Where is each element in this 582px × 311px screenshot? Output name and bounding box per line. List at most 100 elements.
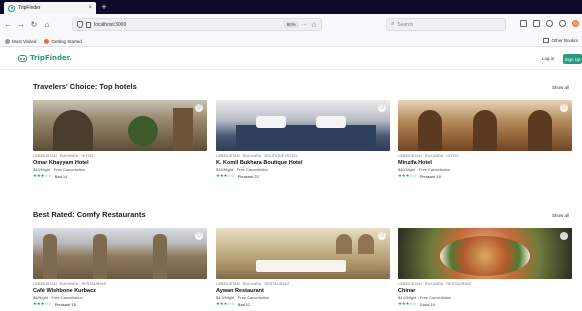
firefox-icon	[44, 38, 50, 44]
close-tab-icon[interactable]: ×	[88, 5, 92, 11]
search-icon: ⌕	[391, 21, 395, 27]
other-bookmarks[interactable]: Other Bookm	[543, 38, 578, 43]
card-title[interactable]: K. Komil Bukhara Boutique Hotel	[216, 160, 390, 166]
owl-logo-icon	[18, 54, 27, 62]
rating-reviews: Pleasant 22	[237, 173, 259, 179]
card-title[interactable]: Aywan Restaurant	[216, 288, 390, 294]
favorite-heart-icon[interactable]: ♡	[195, 232, 203, 240]
rating-stars-icon: ★★★☆☆	[398, 173, 417, 178]
card-title[interactable]: Chinar	[398, 288, 572, 294]
card-rating: ★★★☆☆ Pleasant 15	[33, 301, 207, 307]
card-price: $8/Night · Free Cancellation	[33, 295, 83, 300]
zoom-level[interactable]: 80%	[283, 21, 299, 28]
restaurant-image[interactable]: ♡	[33, 228, 207, 279]
logo-text: TripFinder.	[30, 54, 72, 62]
hotels-show-all-link[interactable]: Show all	[552, 85, 569, 90]
bookmark-getting-started[interactable]: Getting Started	[44, 38, 82, 44]
hotel-card[interactable]: ♡ UZBEKISTAN · BUKHARA · HOTEL Omar Khay…	[33, 100, 207, 179]
back-arrow-icon[interactable]: ←	[3, 20, 13, 30]
reload-icon[interactable]: ↻	[29, 20, 39, 30]
favorite-heart-icon[interactable]: ♡	[560, 232, 568, 240]
rating-reviews: Good 10	[419, 301, 436, 307]
favorite-heart-icon[interactable]: ♡	[195, 104, 203, 112]
favorite-heart-icon[interactable]: ♡	[378, 232, 386, 240]
rating-reviews: Bad 14	[54, 173, 68, 179]
search-placeholder: Search	[397, 21, 414, 28]
restaurants-show-all-link[interactable]: Show all	[552, 213, 569, 218]
bookmarks-bar: Most Visited Getting Started Other Bookm	[0, 36, 582, 47]
browser-nav-bar: ← → ↻ ⌂ localhost:3000 80% ··· ☆ ⌕ Searc…	[0, 14, 582, 36]
rating-stars-icon: ★★★☆☆	[33, 301, 52, 306]
restaurant-card[interactable]: ♡ UZBEKISTAN · BUKHARA · RESTAURANT Chin…	[398, 228, 572, 307]
card-price: $45/Night · Free Cancellation	[216, 167, 269, 172]
card-location-meta: UZBEKISTAN · BUKHARA · RESTAURANT	[216, 282, 290, 286]
home-icon[interactable]: ⌂	[42, 20, 52, 30]
rating-reviews: Pleasant 18	[419, 173, 441, 179]
tab-title: TripFinder	[18, 5, 41, 11]
favorite-heart-icon[interactable]: ♡	[560, 104, 568, 112]
extension-icon[interactable]	[559, 20, 566, 27]
card-location-meta: UZBEKISTAN · BUKHARA · HOTEL	[398, 154, 460, 158]
rating-stars-icon: ★★★☆☆	[398, 301, 417, 306]
more-actions-icon[interactable]: ···	[302, 22, 308, 28]
restaurant-card[interactable]: ♡ UZBEKISTAN · BUKHARA · RESTAURANT Aywa…	[216, 228, 390, 307]
signup-button[interactable]: Sign Up	[563, 54, 582, 64]
hotel-image[interactable]: ♡	[216, 100, 390, 151]
rating-reviews: Bad 12	[237, 301, 251, 307]
restaurant-image[interactable]: ♡	[216, 228, 390, 279]
card-price: $40/Night · Free Cancellation	[33, 167, 86, 172]
login-link[interactable]: Log in	[542, 56, 554, 61]
toolbar-icons	[520, 20, 579, 27]
sidebar-icon[interactable]	[533, 20, 540, 27]
tripfinder-favicon-icon	[8, 4, 15, 12]
card-price: $4.5/Night · Free Cancellation	[216, 295, 270, 300]
shield-icon[interactable]	[77, 21, 83, 28]
new-tab-button[interactable]: +	[99, 2, 109, 12]
card-rating: ★★★☆☆ Pleasant 22	[216, 173, 390, 179]
card-location-meta: UZBEKISTAN · BUKHARA · HOTEL	[33, 154, 95, 158]
card-rating: ★★★☆☆ Pleasant 18	[398, 173, 572, 179]
rating-stars-icon: ★★★☆☆	[216, 301, 235, 306]
hotel-image[interactable]: ♡	[398, 100, 572, 151]
hotel-card[interactable]: ♡ UZBEKISTAN · BUKHARA · HOTEL Minzifa H…	[398, 100, 572, 179]
card-title[interactable]: Omar Khayyam Hotel	[33, 160, 207, 166]
bookmark-star-icon[interactable]: ☆	[311, 21, 317, 29]
account-icon[interactable]	[546, 20, 553, 27]
firefox-menu-icon[interactable]	[572, 20, 579, 27]
card-price: $40/Night · Free Cancellation	[398, 167, 451, 172]
site-logo[interactable]: TripFinder.	[18, 54, 72, 62]
browser-tab[interactable]: TripFinder ×	[4, 2, 96, 14]
url-bar[interactable]: localhost:3000 80% ··· ☆	[72, 18, 322, 31]
rating-stars-icon: ★★★☆☆	[216, 173, 235, 178]
rating-stars-icon: ★★★☆☆	[33, 173, 52, 178]
card-rating: ★★★☆☆ Good 10	[398, 301, 572, 307]
card-title[interactable]: Café Wishbone Kurbacz	[33, 288, 207, 294]
bookmark-most-visited[interactable]: Most Visited	[5, 38, 37, 44]
bookmark-label: Most Visited	[12, 38, 37, 44]
browser-tab-bar: TripFinder × +	[0, 0, 582, 14]
folder-icon	[543, 38, 550, 43]
library-icon[interactable]	[520, 20, 527, 27]
restaurant-image[interactable]: ♡	[398, 228, 572, 279]
other-bookmarks-label: Other Bookm	[551, 38, 578, 43]
favorite-heart-icon[interactable]: ♡	[378, 104, 386, 112]
search-bar[interactable]: ⌕ Search	[386, 18, 506, 31]
card-title[interactable]: Minzifa Hotel	[398, 160, 572, 166]
bookmark-label: Getting Started	[51, 38, 82, 44]
rating-reviews: Pleasant 15	[54, 301, 76, 307]
restaurants-section-title: Best Rated: Comfy Restaurants	[33, 210, 146, 219]
hotels-section-title: Travelers' Choice: Top hotels	[33, 82, 137, 91]
card-location-meta: UZBEKISTAN · BUKHARA · RESTAURANT	[398, 282, 472, 286]
card-rating: ★★★☆☆ Bad 14	[33, 173, 207, 179]
hotel-card[interactable]: ♡ UZBEKISTAN · BUKHARA · BOUTIQUE HOTEL …	[216, 100, 390, 179]
forward-arrow-icon[interactable]: →	[16, 20, 26, 30]
card-location-meta: UZBEKISTAN · BUKHARA · BOUTIQUE HOTEL	[216, 154, 298, 158]
card-price: $4.5/Night · Free Cancellation	[398, 295, 452, 300]
hotel-image[interactable]: ♡	[33, 100, 207, 151]
site-header: TripFinder. Log in Sign Up	[0, 48, 582, 70]
card-rating: ★★★☆☆ Bad 12	[216, 301, 390, 307]
page-icon	[86, 21, 91, 28]
restaurant-card[interactable]: ♡ UZBEKISTAN · BUKHARA · RESTAURANT Café…	[33, 228, 207, 307]
url-text[interactable]: localhost:3000	[94, 22, 281, 28]
gear-icon	[5, 38, 10, 44]
